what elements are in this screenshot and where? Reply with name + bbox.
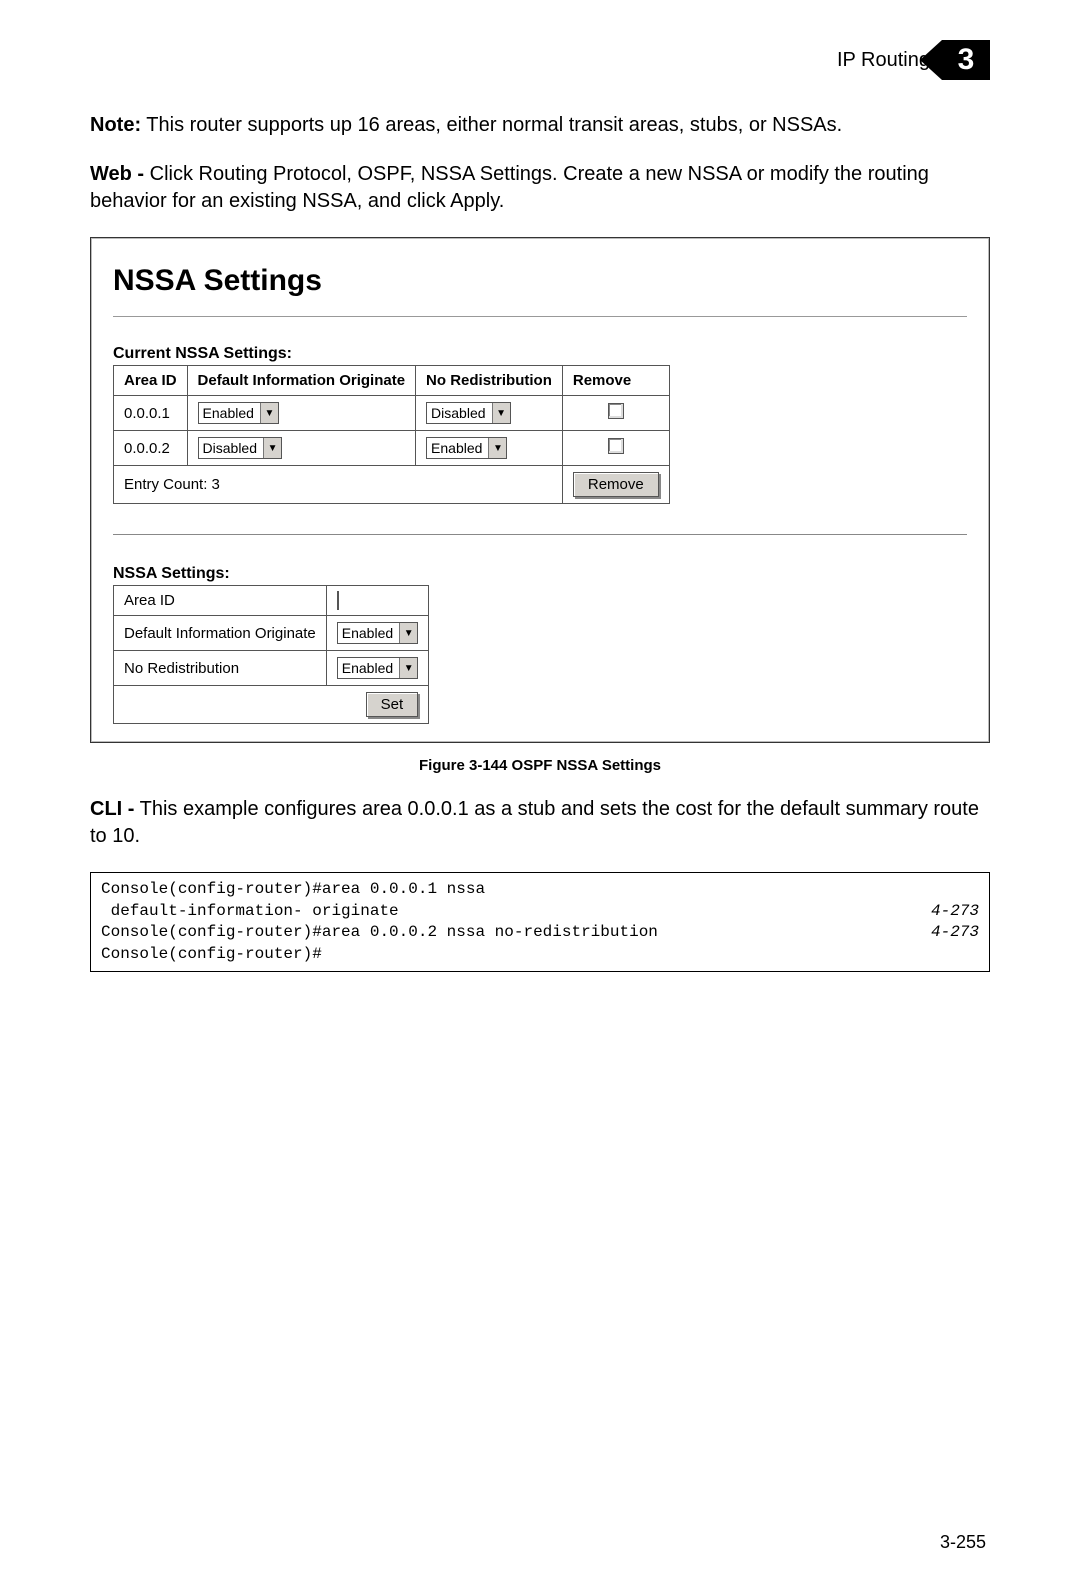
current-settings-label: Current NSSA Settings: [113, 345, 967, 363]
dio-select[interactable]: Enabled ▼ [198, 402, 279, 424]
remove-button[interactable]: Remove [573, 472, 659, 497]
note-text: This router supports up 16 areas, either… [141, 114, 842, 136]
note-paragraph: Note: This router supports up 16 areas, … [90, 112, 990, 139]
select-value: Enabled [199, 404, 260, 422]
cli-paragraph: CLI - This example configures area 0.0.0… [90, 796, 990, 850]
nssa-form-table: Area ID Default Information Originate En… [113, 585, 429, 724]
remove-checkbox[interactable] [608, 438, 624, 454]
form-area-label: Area ID [114, 586, 327, 616]
cli-lines: Console(config-router)#area 0.0.0.1 nssa… [101, 879, 899, 965]
form-dio-label: Default Information Originate [114, 616, 327, 651]
cell-area-id: 0.0.0.2 [114, 431, 188, 466]
form-nor-label: No Redistribution [114, 651, 327, 686]
select-value: Enabled [338, 624, 399, 642]
note-label: Note: [90, 114, 141, 136]
area-id-input[interactable] [337, 591, 339, 610]
page-number: 3-255 [90, 1532, 990, 1553]
divider [113, 316, 967, 317]
form-nor-select[interactable]: Enabled ▼ [337, 657, 418, 679]
web-paragraph: Web - Click Routing Protocol, OSPF, NSSA… [90, 161, 990, 215]
col-remove: Remove [562, 366, 669, 396]
select-value: Disabled [427, 404, 491, 422]
cli-label: CLI - [90, 798, 134, 820]
select-value: Enabled [338, 659, 399, 677]
cli-refs: 4-273 4-273 [899, 879, 979, 965]
chevron-down-icon: ▼ [263, 438, 281, 458]
col-nor: No Redistribution [416, 366, 563, 396]
cell-area-id: 0.0.0.1 [114, 396, 188, 431]
chevron-down-icon: ▼ [492, 403, 510, 423]
chevron-down-icon: ▼ [399, 623, 417, 643]
cli-output: Console(config-router)#area 0.0.0.1 nssa… [90, 872, 990, 972]
page-header: IP Routing 3 [90, 40, 990, 80]
divider [113, 534, 967, 535]
form-dio-select[interactable]: Enabled ▼ [337, 622, 418, 644]
cli-text: This example configures area 0.0.0.1 as … [90, 798, 979, 847]
remove-checkbox[interactable] [608, 403, 624, 419]
table-row: 0.0.0.2 Disabled ▼ Enabled ▼ [114, 431, 670, 466]
web-label: Web - [90, 163, 144, 185]
chapter-badge: 3 [942, 40, 990, 80]
set-button[interactable]: Set [366, 692, 419, 717]
col-dio: Default Information Originate [187, 366, 416, 396]
form-label: NSSA Settings: [113, 565, 967, 583]
figure-title: NSSA Settings [113, 264, 967, 298]
select-value: Enabled [427, 439, 488, 457]
nor-select[interactable]: Disabled ▼ [426, 402, 510, 424]
table-footer-row: Entry Count: 3 Remove [114, 466, 670, 504]
figure-caption: Figure 3-144 OSPF NSSA Settings [90, 757, 990, 774]
nor-select[interactable]: Enabled ▼ [426, 437, 507, 459]
web-text: Click Routing Protocol, OSPF, NSSA Setti… [90, 163, 929, 212]
col-area-id: Area ID [114, 366, 188, 396]
entry-count: Entry Count: 3 [114, 466, 563, 504]
table-row: 0.0.0.1 Enabled ▼ Disabled ▼ [114, 396, 670, 431]
current-settings-table: Area ID Default Information Originate No… [113, 365, 670, 504]
dio-select[interactable]: Disabled ▼ [198, 437, 282, 459]
chevron-down-icon: ▼ [488, 438, 506, 458]
chevron-down-icon: ▼ [399, 658, 417, 678]
figure-screenshot: NSSA Settings Current NSSA Settings: Are… [90, 237, 990, 743]
section-title: IP Routing [837, 49, 930, 72]
chevron-down-icon: ▼ [260, 403, 278, 423]
chapter-number: 3 [958, 43, 975, 77]
select-value: Disabled [199, 439, 263, 457]
